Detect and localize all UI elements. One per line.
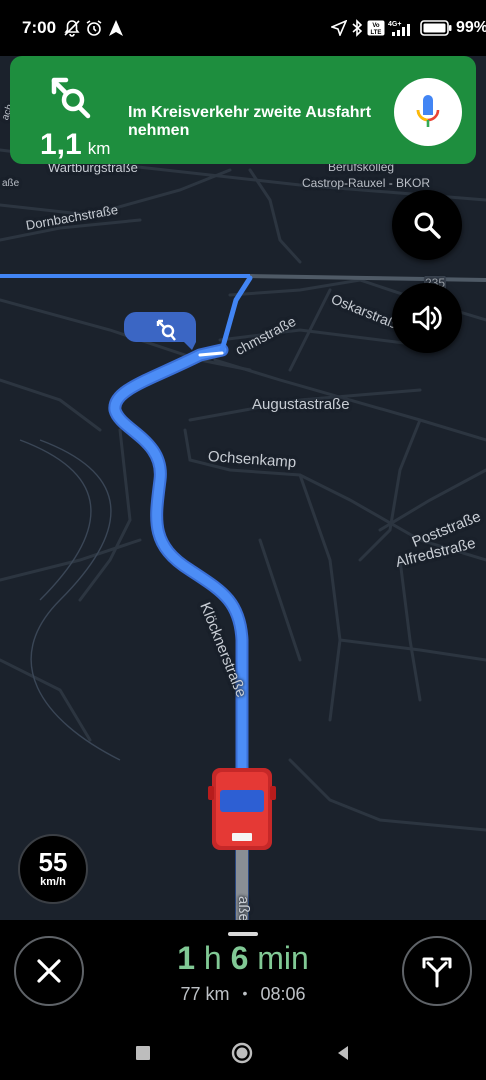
trip-details: 77 km • 08:06 <box>120 984 366 1005</box>
map-view[interactable]: Wartburgstraße Dornbachstraße Berufskoll… <box>0 56 486 920</box>
eta-minutes-unit: min <box>257 940 309 976</box>
alarm-icon <box>84 17 104 39</box>
mute-notifications-icon <box>62 17 82 39</box>
svg-text:4G+: 4G+ <box>388 21 401 28</box>
separator-dot: • <box>242 985 248 1001</box>
exit-navigation-button[interactable] <box>14 936 84 1006</box>
battery-icon <box>420 17 452 39</box>
alternate-routes-icon <box>422 957 452 988</box>
remaining-distance: 77 km <box>180 984 230 1004</box>
speed-value: 55 <box>38 847 68 877</box>
back-icon <box>338 1046 348 1060</box>
roundabout-second-exit-icon <box>48 70 98 120</box>
bluetooth-icon <box>350 17 364 39</box>
speed-unit: km/h <box>40 876 66 888</box>
eta-hours: 1 <box>177 940 195 976</box>
eta-hours-unit: h <box>203 940 222 976</box>
status-bar: 7:00 Vo LTE 4G+ 99% <box>0 0 486 56</box>
voice-search-button[interactable] <box>394 78 462 146</box>
microphone-icon <box>416 95 440 127</box>
trip-summary-panel[interactable]: 1 h 6 min 77 km • 08:06 <box>0 920 486 1026</box>
maneuver-instruction: Im Kreisverkehr zweite Ausfahrt nehmen <box>128 104 372 139</box>
arrival-time: 08:06 <box>260 984 306 1004</box>
back-button[interactable] <box>332 1042 354 1064</box>
battery-percentage: 99% <box>456 19 486 36</box>
recents-icon <box>136 1046 150 1060</box>
navigation-arrow-icon <box>107 17 125 39</box>
eta-duration: 1 h 6 min <box>120 940 366 977</box>
system-navigation-bar <box>0 1026 486 1080</box>
svg-text:Vo: Vo <box>372 23 380 29</box>
home-button[interactable] <box>231 1042 253 1064</box>
svg-text:LTE: LTE <box>371 30 382 36</box>
recents-button[interactable] <box>132 1042 154 1064</box>
route-callout[interactable] <box>124 312 196 350</box>
label-berufskolleg-line2: Castrop-Rauxel - BKOR <box>302 176 431 190</box>
volume-icon <box>412 305 442 331</box>
distance-value: 1,1 <box>40 128 82 161</box>
car-position-marker <box>208 768 276 850</box>
home-icon <box>231 1042 253 1064</box>
signal-4g-icon: 4G+ <box>388 17 414 39</box>
eta-minutes: 6 <box>230 940 249 976</box>
street-label-edge-2: aße <box>2 178 20 189</box>
drag-handle[interactable] <box>228 932 258 936</box>
street-label-fragment: aße <box>235 896 252 920</box>
sound-button[interactable] <box>392 283 462 353</box>
location-icon <box>330 17 348 39</box>
search-icon <box>414 212 441 239</box>
navigation-banner[interactable]: 1,1 km Im Kreisverkehr zweite Ausfahrt n… <box>10 56 476 164</box>
close-icon <box>37 959 61 983</box>
volte-icon: Vo LTE <box>367 17 385 39</box>
street-label-augustastrasse: Augustastraße <box>252 396 350 413</box>
alternate-routes-button[interactable] <box>402 936 472 1006</box>
search-button[interactable] <box>392 190 462 260</box>
current-speed: 55 km/h <box>18 834 88 904</box>
distance-unit: km <box>87 139 111 158</box>
status-time: 7:00 <box>22 18 57 37</box>
distance-to-maneuver: 1,1 km <box>40 128 110 162</box>
